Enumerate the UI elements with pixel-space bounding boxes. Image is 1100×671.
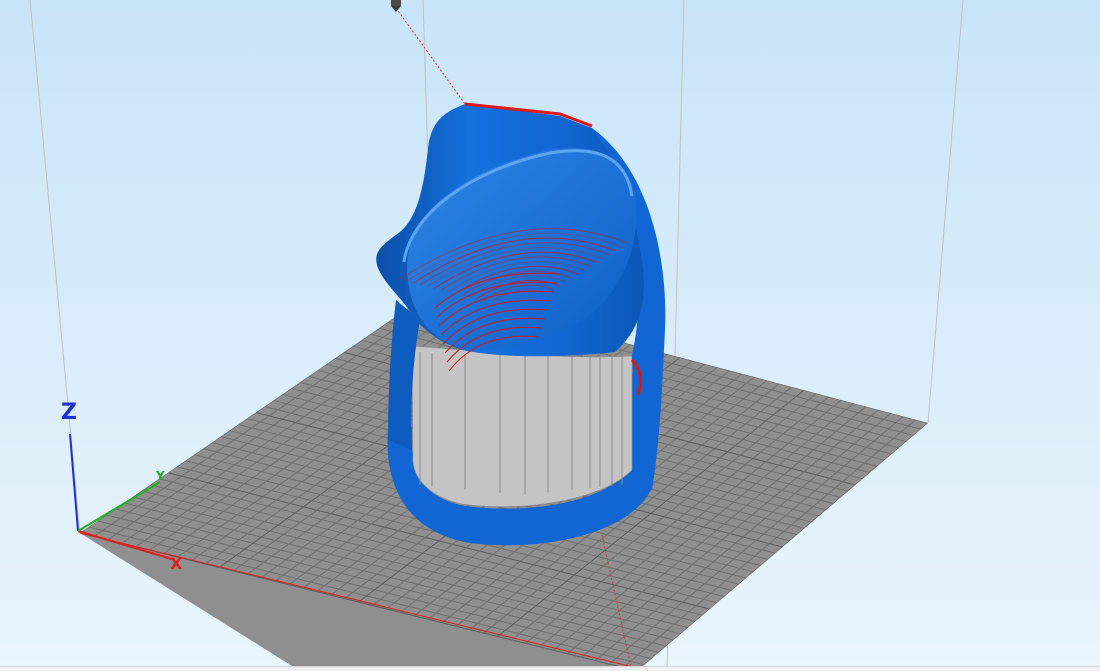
axis-x-label: X [170, 554, 183, 573]
nozzle-body [391, 0, 401, 6]
3d-print-viewport[interactable]: Z X Y [0, 0, 1100, 671]
scene-canvas[interactable] [0, 0, 1100, 671]
axis-z-label: Z [61, 400, 77, 425]
status-strip [0, 666, 1100, 671]
axis-y-label: Y [156, 469, 165, 483]
support-structure [411, 345, 633, 507]
